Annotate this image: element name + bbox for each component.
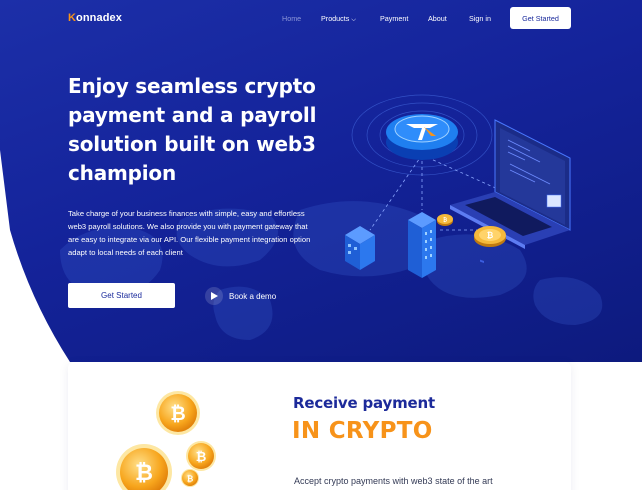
bitcoin-coins-graphic: ₿ ₿ ₿ ₿ [116,391,216,490]
tower-icon [408,212,436,278]
svg-text:₿: ₿ [487,231,494,240]
bitcoin-icon: ₿ [186,441,216,471]
nav-home-link[interactable]: Home [282,14,301,23]
section-title: Receive payment [293,394,435,412]
bitcoin-icon: ₿ [474,226,506,247]
hero-headline: Enjoy seamless crypto payment and a payr… [68,72,348,188]
book-demo-button[interactable]: Book a demo [205,287,276,305]
nav-signin-link[interactable]: Sign in [469,14,491,23]
laptop-icon [450,119,571,264]
svg-text:₿: ₿ [135,461,153,486]
book-demo-label: Book a demo [229,291,277,301]
section-description: Accept crypto payments with web3 state o… [294,476,493,486]
nav-about-link[interactable]: About [428,14,447,23]
building-icon [345,226,375,270]
headline-line: Enjoy seamless crypto [68,74,316,98]
headline-line: champion [68,161,176,185]
section-highlight: IN CRYPTO [292,418,433,444]
headline-line: solution built on web3 [68,132,316,156]
play-icon [205,287,223,305]
svg-text:₿: ₿ [170,403,185,425]
brand-logo[interactable]: Konnadex [68,12,122,24]
chevron-down-icon: ⌵ [351,17,356,23]
konnadex-token-icon [386,114,458,160]
bitcoin-icon: ₿ [156,391,200,435]
top-navigation: Konnadex Home Products ⌵ Payment About Si… [0,0,642,36]
nav-payment-link[interactable]: Payment [380,14,408,23]
nav-get-started-button[interactable]: Get Started [510,7,571,29]
bitcoin-icon: ₿ [181,469,199,487]
bitcoin-icon: ₿ [116,444,172,490]
hero-description: Take charge of your business finances wi… [68,209,311,257]
nav-products-link[interactable]: Products ⌵ [321,14,356,24]
hero-get-started-button[interactable]: Get Started [68,283,175,308]
svg-text:₿: ₿ [187,475,194,484]
nav-products-label: Products [321,14,350,23]
svg-text:₿: ₿ [196,450,207,465]
bitcoin-icon: ₿ [437,214,453,226]
hero-illustration: ₿ ₿ [345,94,571,278]
headline-line: payment and a payroll [68,103,317,127]
svg-text:₿: ₿ [443,217,447,224]
